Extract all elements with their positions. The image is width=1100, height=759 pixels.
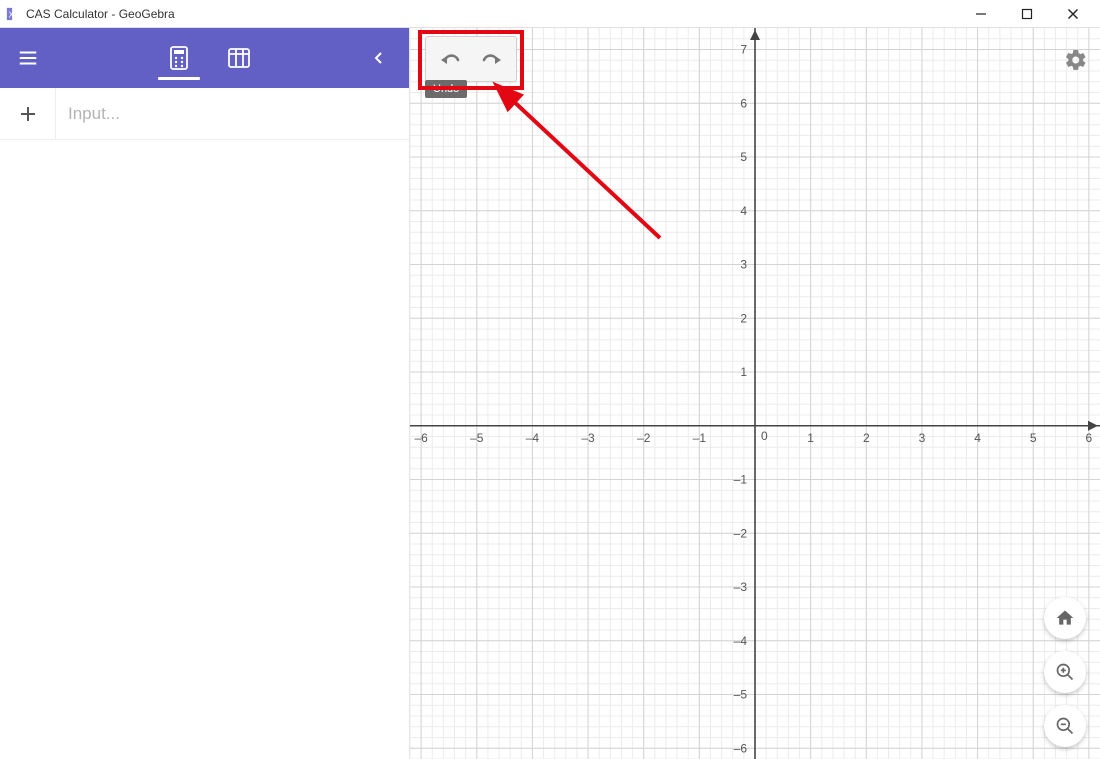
plus-icon: [19, 105, 37, 123]
svg-text:–4: –4: [734, 634, 748, 648]
svg-text:–6: –6: [734, 741, 748, 755]
window-titlebar: X= CAS Calculator - GeoGebra: [0, 0, 1100, 28]
svg-text:–6: –6: [414, 431, 428, 445]
algebra-input[interactable]: [68, 104, 397, 124]
zoom-out-icon: [1055, 716, 1075, 736]
redo-button[interactable]: [472, 41, 512, 77]
add-input-button[interactable]: [0, 88, 56, 139]
undo-button[interactable]: [430, 41, 470, 77]
zoom-out-button[interactable]: [1044, 705, 1086, 747]
graphics-settings-button[interactable]: [1064, 48, 1088, 72]
undo-redo-toolbox: [425, 36, 517, 82]
maximize-button[interactable]: [1004, 0, 1050, 28]
window-title: CAS Calculator - GeoGebra: [26, 7, 175, 21]
tab-table[interactable]: [224, 28, 254, 88]
svg-text:6: 6: [1086, 431, 1093, 445]
table-icon: [228, 48, 250, 68]
collapse-panel-button[interactable]: [359, 28, 399, 88]
view-controls: [1044, 597, 1086, 747]
svg-text:6: 6: [740, 96, 747, 110]
svg-text:2: 2: [863, 431, 870, 445]
app-logo-icon: X=: [6, 7, 20, 21]
svg-text:5: 5: [1030, 431, 1037, 445]
svg-text:0: 0: [761, 429, 768, 443]
svg-text:–1: –1: [734, 473, 748, 487]
svg-text:–4: –4: [526, 431, 540, 445]
svg-text:2: 2: [740, 311, 747, 325]
chevron-left-icon: [373, 51, 385, 65]
coordinate-grid[interactable]: –6 –5 –4 –3 –2 –1 0 1 2 3 4 5 6 –6 –5 –4 –3 –2 –1 1 2 3 4 5 6 7: [410, 28, 1100, 759]
undo-tooltip: Undo: [425, 80, 467, 98]
minimize-button[interactable]: [958, 0, 1004, 28]
svg-text:–2: –2: [637, 431, 651, 445]
svg-text:4: 4: [740, 204, 747, 218]
svg-text:3: 3: [919, 431, 926, 445]
svg-text:X=: X=: [9, 10, 19, 19]
calculator-icon: [169, 46, 189, 70]
svg-text:3: 3: [740, 258, 747, 272]
window-controls: [958, 0, 1096, 28]
svg-text:5: 5: [740, 150, 747, 164]
svg-text:–3: –3: [581, 431, 595, 445]
zoom-in-button[interactable]: [1044, 651, 1086, 693]
zoom-in-icon: [1055, 662, 1075, 682]
redo-icon: [480, 49, 504, 69]
svg-text:–2: –2: [734, 526, 748, 540]
svg-text:–5: –5: [734, 688, 748, 702]
input-row: [0, 88, 409, 140]
algebra-panel: [0, 28, 410, 759]
home-view-button[interactable]: [1044, 597, 1086, 639]
svg-text:1: 1: [740, 365, 747, 379]
menu-button[interactable]: [0, 28, 56, 88]
svg-text:1: 1: [807, 431, 814, 445]
tab-calculator[interactable]: [164, 28, 194, 88]
svg-text:–1: –1: [693, 431, 707, 445]
svg-text:–5: –5: [470, 431, 484, 445]
main-toolbar: [0, 28, 409, 88]
home-icon: [1055, 608, 1075, 628]
graphics-view[interactable]: –6 –5 –4 –3 –2 –1 0 1 2 3 4 5 6 –6 –5 –4 –3 –2 –1 1 2 3 4 5 6 7 U…: [410, 28, 1100, 759]
svg-text:–3: –3: [734, 580, 748, 594]
undo-icon: [438, 49, 462, 69]
svg-text:7: 7: [740, 43, 747, 57]
close-button[interactable]: [1050, 0, 1096, 28]
svg-text:4: 4: [974, 431, 981, 445]
gear-icon: [1064, 48, 1088, 72]
